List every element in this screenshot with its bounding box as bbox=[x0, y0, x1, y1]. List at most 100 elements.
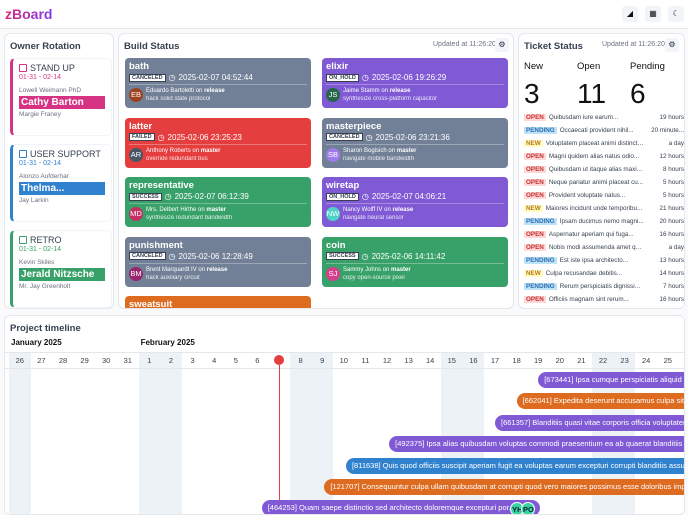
day-label: 31 bbox=[123, 356, 132, 365]
ticket-title: Neque pariatur animi placeat cu... bbox=[548, 179, 644, 186]
previous-owner: Kevin Skiles bbox=[19, 259, 55, 266]
status-badge: CANCELED bbox=[129, 252, 166, 260]
ticket-row[interactable]: NEW Maiores incidunt unde temporibu... 21 … bbox=[524, 203, 684, 214]
header: zBoard ◢ ▦ ☾ bbox=[0, 0, 688, 29]
github-icon[interactable]: ◢ bbox=[622, 6, 638, 22]
ticket-row[interactable]: OPEN Aspernatur aperiam qui fuga... 16 hou… bbox=[524, 229, 684, 240]
timeline-bar[interactable]: [661357] Blanditiis quasi vitae corporis… bbox=[495, 414, 684, 431]
build-card[interactable]: masterpiece CANCELED ◷ 2025-02-06 23:21:36 S… bbox=[322, 117, 508, 168]
ticket-title: Occaecati provident nihil... bbox=[559, 127, 634, 134]
build-card[interactable]: representative SUCCESS ◷ 2025-02-07 06:12:3… bbox=[125, 177, 311, 227]
on-label: on bbox=[198, 266, 206, 273]
refresh-icon[interactable]: ⚙ bbox=[665, 38, 679, 52]
rotation-dates: 01-31 - 02-14 bbox=[19, 160, 62, 167]
ticket-row[interactable]: OPEN Officiis magnam sint rerum... 16 hour… bbox=[524, 294, 684, 305]
app-logo[interactable]: zBoard bbox=[5, 6, 52, 22]
status-badge: CANCELED bbox=[326, 133, 363, 141]
rotation-name: USER SUPPORT bbox=[30, 149, 101, 159]
author-line: Eduardo Bartoletti on release bbox=[146, 87, 225, 95]
build-time: 2025-02-06 12:28:49 bbox=[178, 251, 253, 261]
count-label: Open bbox=[577, 61, 601, 72]
ticket-row[interactable]: PENDING Occaecati provident nihil... 20 mi… bbox=[524, 125, 684, 136]
day-label: 26 bbox=[15, 356, 24, 365]
ticket-row[interactable]: OPEN Quibusdam ut itaque alias maxim... 8 … bbox=[524, 164, 684, 175]
count-label: Pending bbox=[630, 61, 665, 72]
author-line: Jaime Stamm on release bbox=[343, 87, 437, 95]
day-label: 30 bbox=[102, 356, 111, 365]
ticket-title: Nobis modi assumenda amet quam... bbox=[548, 244, 644, 251]
ticket-row[interactable]: PENDING Est iste ipsa architecto... 13 hou… bbox=[524, 255, 684, 266]
build-info: Sharon Bogisich on master navigate mobile… bbox=[343, 147, 416, 163]
build-status-panel: Build Status Updated at 11:26:20 ⚙ bath C… bbox=[118, 33, 514, 309]
status-badge: ON_HOLD bbox=[326, 192, 359, 201]
timeline-bar[interactable]: [662041] Expedita deserunt accusamus cul… bbox=[516, 393, 684, 410]
ticket-row[interactable]: OPEN Nobis modi assumenda amet quam... a d… bbox=[524, 242, 684, 253]
grid-icon[interactable]: ▦ bbox=[645, 6, 661, 22]
day-label: 6 bbox=[255, 356, 260, 365]
build-card[interactable]: elixir ON_HOLD ◷ 2025-02-06 19:26:29 JS Jaime… bbox=[322, 58, 508, 108]
ticket-row[interactable]: NEW Culpa recusandae debitis... 14 hours bbox=[524, 268, 684, 279]
ticket-title: Culpa recusandae debitis... bbox=[545, 270, 623, 277]
build-card[interactable]: coin SUCCESS ◷ 2025-02-06 14:11:42 SJ Sammy J… bbox=[322, 236, 508, 287]
ticket-status-badge: OPEN bbox=[524, 179, 546, 186]
moon-icon[interactable]: ☾ bbox=[668, 6, 684, 22]
ticket-title: Provident voluptate natus... bbox=[548, 192, 626, 199]
build-card[interactable]: latter FAILED ◷ 2025-02-06 23:25:23 AR Anthon… bbox=[125, 117, 311, 168]
project-timeline-panel: Project timeline January 2025 February 20… bbox=[4, 315, 685, 515]
rotation-card[interactable]: RETRO 01-31 - 02-14 Kevin Skiles Jerald Nit… bbox=[10, 230, 112, 308]
ticket-row[interactable]: OPEN Magni quidem alias natus odio... 12 h… bbox=[524, 151, 684, 162]
avatar: MD bbox=[129, 207, 143, 221]
weekend-column bbox=[160, 352, 182, 514]
build-status-row: FAILED ◷ 2025-02-06 23:25:23 bbox=[129, 133, 307, 145]
ticket-age: 14 hours bbox=[659, 270, 684, 277]
month-label: February 2025 bbox=[140, 338, 195, 347]
timeline-bar[interactable]: [811638] Quis quod officiis suscipit ape… bbox=[345, 457, 684, 474]
build-name: masterpiece bbox=[326, 120, 382, 132]
commit-message: copy open-source pixel bbox=[343, 274, 405, 281]
day-label: 19 bbox=[534, 356, 543, 365]
build-card[interactable]: punishment CANCELED ◷ 2025-02-06 12:28:49 BM… bbox=[125, 236, 311, 287]
rotation-card[interactable]: USER SUPPORT 01-31 - 02-14 Alonzo Aufderha… bbox=[10, 144, 112, 222]
ticket-title: Maiores incidunt unde temporibu... bbox=[545, 205, 643, 212]
panel-title: Owner Rotation bbox=[10, 41, 81, 52]
ticket-status-badge: OPEN bbox=[524, 231, 546, 238]
month-label: January 2025 bbox=[11, 338, 62, 347]
status-badge: CANCELED bbox=[129, 73, 166, 82]
build-card[interactable]: wiretap ON_HOLD ◷ 2025-02-07 04:06:21 NW Nanc… bbox=[322, 177, 508, 227]
calendar-icon bbox=[19, 236, 27, 244]
ticket-row[interactable]: NEW Voluptatem placeat animi distinctio..… bbox=[524, 138, 684, 149]
today-line bbox=[278, 365, 280, 514]
ticket-status-badge: OPEN bbox=[524, 153, 546, 160]
on-label: on bbox=[384, 207, 391, 213]
ticket-row[interactable]: PENDING Ipsam ducimus nemo magni... 20 hou… bbox=[524, 216, 684, 227]
build-card[interactable]: bath CANCELED ◷ 2025-02-07 04:52:44 EB Eduard… bbox=[125, 58, 311, 108]
ticket-row[interactable]: PENDING Rerum perspiciatis dignissimo... 7… bbox=[524, 281, 684, 292]
day-label: 28 bbox=[58, 356, 68, 365]
author-line: Sammy Johns on master bbox=[343, 266, 411, 274]
ticket-age: 16 hours bbox=[659, 231, 684, 238]
day-label: 16 bbox=[469, 356, 478, 365]
ticket-status-badge: NEW bbox=[524, 140, 543, 147]
timeline-bar[interactable]: [121707] Consequuntur culpa ullam quibus… bbox=[324, 479, 684, 495]
build-author-row: SJ Sammy Johns on master copy open-source … bbox=[326, 266, 504, 282]
ticket-age: 20 minute... bbox=[651, 127, 684, 134]
ticket-row[interactable]: OPEN Neque pariatur animi placeat cu... 5 … bbox=[524, 177, 684, 188]
avatar: SB bbox=[326, 147, 340, 162]
timeline-bar[interactable]: [492375] Ipsa alias quibusdam voluptas c… bbox=[389, 436, 684, 453]
timeline-bar[interactable]: [464253] Quam saepe distinctio sed archi… bbox=[261, 500, 541, 514]
commit-message: override redundant bus bbox=[146, 155, 208, 162]
previous-owner: Alonzo Aufderhar bbox=[19, 173, 69, 180]
ticket-row[interactable]: OPEN Quibusdam iure earum... 19 hours bbox=[524, 112, 684, 123]
build-info: Anthony Roberts on master override redund… bbox=[146, 147, 220, 163]
ticket-title: Quibusdam ut itaque alias maxim... bbox=[548, 166, 644, 173]
build-info: Eduardo Bartoletti on release hack solid … bbox=[146, 87, 225, 103]
on-label: on bbox=[382, 266, 390, 273]
build-card[interactable]: sweatsuit bbox=[125, 296, 311, 308]
rotation-card[interactable]: STAND UP 01-31 - 02-14 Lowell Weimann PhD C… bbox=[10, 58, 112, 136]
ticket-row[interactable]: OPEN Provident voluptate natus... 5 hours bbox=[524, 190, 684, 201]
timeline-bar[interactable]: [673441] Ipsa cumque perspiciatis aliqui… bbox=[538, 372, 684, 388]
author: Mrs. Delbert Hirthe bbox=[146, 207, 197, 213]
day-label: 17 bbox=[490, 356, 500, 365]
refresh-icon[interactable]: ⚙ bbox=[495, 38, 509, 52]
build-info: Sammy Johns on master copy open-source pi… bbox=[343, 266, 411, 282]
